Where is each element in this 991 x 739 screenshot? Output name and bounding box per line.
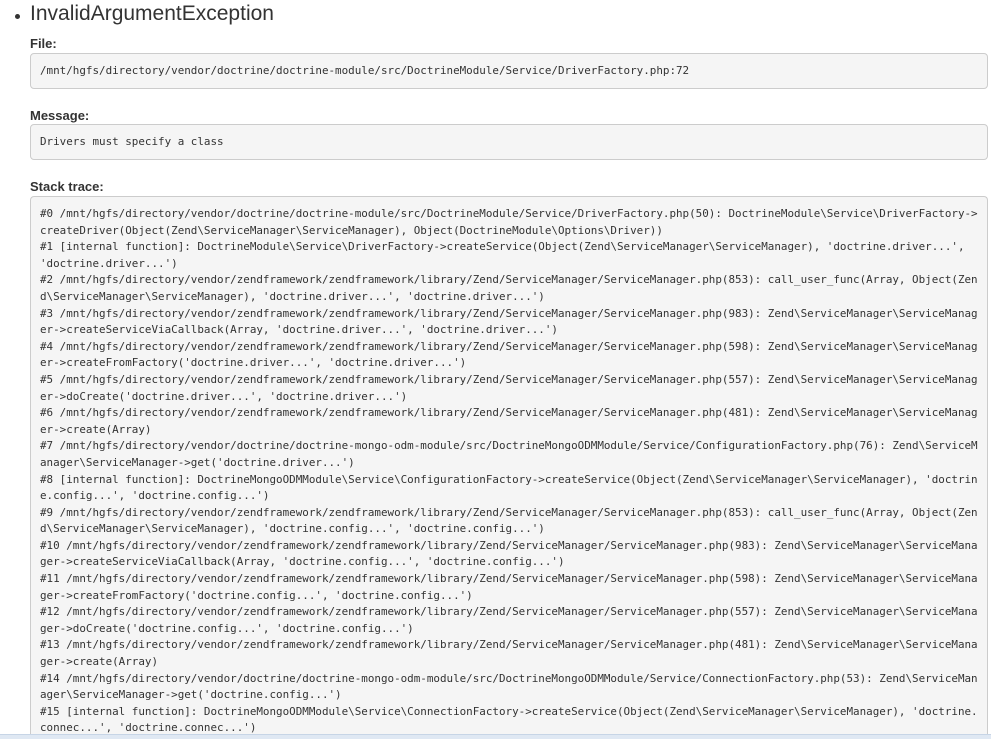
stack-trace-line[interactable]: #13 /mnt/hgfs/directory/vendor/zendframe…	[40, 637, 978, 670]
stack-trace-line[interactable]: #10 /mnt/hgfs/directory/vendor/zendframe…	[40, 538, 978, 571]
stack-trace-line[interactable]: #6 /mnt/hgfs/directory/vendor/zendframew…	[40, 405, 978, 438]
stack-trace-label: Stack trace:	[30, 179, 104, 194]
stack-trace-line[interactable]: #4 /mnt/hgfs/directory/vendor/zendframew…	[40, 339, 978, 372]
stack-trace-box[interactable]: #0 /mnt/hgfs/directory/vendor/doctrine/d…	[30, 196, 988, 739]
stack-trace-line[interactable]: #15 [internal function]: DoctrineMongoOD…	[40, 704, 978, 737]
stack-trace-line[interactable]: #11 /mnt/hgfs/directory/vendor/zendframe…	[40, 571, 978, 604]
stack-trace-line[interactable]: #5 /mnt/hgfs/directory/vendor/zendframew…	[40, 372, 978, 405]
exception-title: InvalidArgumentException	[30, 2, 274, 25]
stack-trace-line[interactable]: #7 /mnt/hgfs/directory/vendor/doctrine/d…	[40, 438, 978, 471]
file-path-box[interactable]: /mnt/hgfs/directory/vendor/doctrine/doct…	[30, 53, 988, 89]
stack-trace-line[interactable]: #9 /mnt/hgfs/directory/vendor/zendframew…	[40, 505, 978, 538]
file-path-text[interactable]: /mnt/hgfs/directory/vendor/doctrine/doct…	[40, 64, 689, 77]
file-label: File:	[30, 36, 57, 51]
message-label: Message:	[30, 108, 90, 123]
stack-trace-line[interactable]: #14 /mnt/hgfs/directory/vendor/doctrine/…	[40, 671, 978, 704]
stack-trace-line[interactable]: #8 [internal function]: DoctrineMongoODM…	[40, 472, 978, 505]
stack-trace-line[interactable]: #0 /mnt/hgfs/directory/vendor/doctrine/d…	[40, 206, 978, 239]
stack-trace-line[interactable]: #3 /mnt/hgfs/directory/vendor/zendframew…	[40, 306, 978, 339]
error-page: InvalidArgumentException File: /mnt/hgfs…	[0, 0, 991, 739]
message-text[interactable]: Drivers must specify a class	[40, 135, 224, 148]
stack-trace-line[interactable]: #2 /mnt/hgfs/directory/vendor/zendframew…	[40, 272, 978, 305]
stack-trace-line[interactable]: #1 [internal function]: DoctrineModule\S…	[40, 239, 978, 272]
stack-trace-line[interactable]: #12 /mnt/hgfs/directory/vendor/zendframe…	[40, 604, 978, 637]
list-bullet	[15, 14, 20, 19]
window-bottom-edge	[0, 734, 991, 739]
message-box[interactable]: Drivers must specify a class	[30, 124, 988, 160]
